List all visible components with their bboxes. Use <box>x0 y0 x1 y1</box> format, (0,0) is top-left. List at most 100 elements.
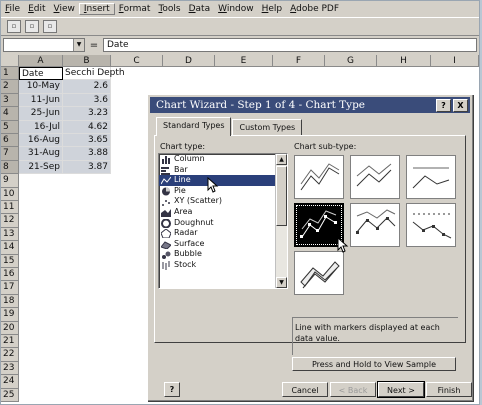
row-header[interactable]: 21 <box>1 335 19 349</box>
next-button[interactable]: Next > <box>377 381 425 398</box>
subtype-line[interactable] <box>294 155 344 199</box>
name-box[interactable]: ▼ <box>3 38 85 52</box>
row-header[interactable]: 17 <box>1 281 19 295</box>
column-header-i[interactable]: I <box>431 55 479 67</box>
row-header[interactable]: 25 <box>1 388 19 402</box>
secchi-depth-cell[interactable]: 3.87 <box>63 160 111 175</box>
row-header[interactable]: 19 <box>1 308 19 322</box>
finish-button[interactable]: Finish <box>426 382 472 397</box>
toolbar-icon-3[interactable]: ▫ <box>43 20 57 33</box>
row-header[interactable]: 22 <box>1 348 19 362</box>
formula-input[interactable]: Date <box>103 38 477 52</box>
subtype-stacked-line[interactable] <box>350 155 400 199</box>
row-header[interactable]: 20 <box>1 321 19 335</box>
name-box-dropdown-icon[interactable]: ▼ <box>73 39 84 51</box>
menu-window[interactable]: Window <box>214 4 258 14</box>
menu-help[interactable]: Help <box>258 4 287 14</box>
row-header[interactable]: 10 <box>1 187 19 201</box>
menu-tools[interactable]: Tools <box>154 4 184 14</box>
secchi-depth-cell[interactable]: 4.62 <box>63 120 111 134</box>
close-button[interactable]: X <box>453 99 468 112</box>
menu-adobe-pdf[interactable]: Adobe PDF <box>286 4 343 14</box>
press-and-hold-button[interactable]: Press and Hold to View Sample <box>292 357 456 371</box>
chart-type-item-bar[interactable]: Bar <box>159 165 287 176</box>
column-header-f[interactable]: F <box>273 55 325 67</box>
menu-data[interactable]: Data <box>185 4 215 14</box>
column-header-b[interactable]: B <box>63 55 111 67</box>
row-header[interactable]: 18 <box>1 294 19 309</box>
secchi-depth-cell[interactable]: 3.6 <box>63 93 111 108</box>
date-cell[interactable]: 16-Aug <box>19 134 63 148</box>
row-header[interactable]: 13 <box>1 227 19 242</box>
date-cell[interactable]: 16-Jul <box>19 120 63 134</box>
tab-custom-types[interactable]: Custom Types <box>232 119 303 136</box>
secchi-depth-cell[interactable]: 3.88 <box>63 147 111 161</box>
scroll-thumb[interactable] <box>276 166 287 226</box>
row-header[interactable]: 8 <box>1 160 19 175</box>
scroll-down-icon[interactable]: ▼ <box>276 277 287 288</box>
menu-file[interactable]: File <box>1 4 24 14</box>
date-cell[interactable]: 11-Jun <box>19 93 63 108</box>
toolbar-icon-1[interactable]: ▫ <box>7 20 21 33</box>
row-header[interactable]: 12 <box>1 214 19 228</box>
chart-type-item-stock[interactable]: Stock <box>159 260 287 271</box>
secchi-depth-cell[interactable]: 2.6 <box>63 80 111 94</box>
chart-type-item-area[interactable]: Area <box>159 207 287 218</box>
help-button[interactable]: ? <box>164 382 180 397</box>
row-header[interactable]: 4 <box>1 107 19 121</box>
cell-b1[interactable]: Secchi Depth <box>63 67 125 81</box>
date-cell[interactable]: 25-Jun <box>19 107 63 121</box>
toolbar-icon-2[interactable]: ▫ <box>25 20 39 33</box>
subtype-line-markers-icon <box>300 210 337 238</box>
scroll-up-icon[interactable]: ▲ <box>276 154 287 165</box>
row-header[interactable]: 23 <box>1 361 19 376</box>
menu-insert[interactable]: Insert <box>78 2 115 15</box>
column-header-e[interactable]: E <box>215 55 273 67</box>
row-header[interactable]: 16 <box>1 268 19 282</box>
row-header[interactable]: 14 <box>1 241 19 255</box>
row-header[interactable]: 2 <box>1 80 19 94</box>
menu-edit[interactable]: Edit <box>24 4 49 14</box>
subtype-3d-line[interactable] <box>294 251 344 295</box>
secchi-depth-cell[interactable]: 3.65 <box>63 134 111 148</box>
chart-type-scrollbar[interactable]: ▲ ▼ <box>275 154 287 288</box>
row-header[interactable]: 24 <box>1 375 19 389</box>
chart-type-item-line[interactable]: Line <box>159 175 287 186</box>
column-header-g[interactable]: G <box>325 55 377 67</box>
chart-type-item-xy-scatter[interactable]: XY (Scatter) <box>159 196 287 207</box>
row-header[interactable]: 7 <box>1 147 19 161</box>
row-header[interactable]: 11 <box>1 201 19 215</box>
chart-type-item-surface[interactable]: Surface <box>159 239 287 250</box>
chart-type-item-radar[interactable]: Radar <box>159 228 287 239</box>
menu-format[interactable]: Format <box>115 4 155 14</box>
column-header-c[interactable]: C <box>111 55 163 67</box>
tab-standard-types[interactable]: Standard Types <box>156 117 232 136</box>
cell-a1[interactable]: Date <box>19 67 63 81</box>
subtype-100-stacked-markers[interactable] <box>406 203 456 247</box>
column-header-h[interactable]: H <box>377 55 431 67</box>
row-header[interactable]: 9 <box>1 174 19 188</box>
chart-type-item-doughnut[interactable]: Doughnut <box>159 218 287 229</box>
date-cell[interactable]: 31-Aug <box>19 147 63 161</box>
back-button[interactable]: < Back <box>330 382 376 397</box>
row-header[interactable]: 15 <box>1 254 19 268</box>
row-header[interactable]: 5 <box>1 120 19 134</box>
chart-type-item-column[interactable]: Column <box>159 154 287 165</box>
column-header-d[interactable]: D <box>163 55 215 67</box>
row-header[interactable]: 3 <box>1 93 19 108</box>
row-header[interactable]: 6 <box>1 134 19 148</box>
column-header-a[interactable]: A <box>19 55 63 67</box>
date-cell[interactable]: 21-Sep <box>19 160 63 175</box>
chart-type-item-bubble[interactable]: Bubble <box>159 249 287 260</box>
subtype-100-stacked-line[interactable] <box>406 155 456 199</box>
cancel-button[interactable]: Cancel <box>282 382 328 397</box>
title-help-button[interactable]: ? <box>436 99 451 112</box>
chart-type-item-pie[interactable]: Pie <box>159 186 287 197</box>
menu-view[interactable]: View <box>50 4 79 14</box>
secchi-depth-cell[interactable]: 3.23 <box>63 107 111 121</box>
chart-type-list[interactable]: Column Bar Line Pie XY (Scatter) Area Doughnut… <box>158 153 288 289</box>
row-header[interactable]: 1 <box>1 67 19 81</box>
subtype-stacked-line-markers[interactable] <box>350 203 400 247</box>
select-all-corner[interactable] <box>1 55 19 67</box>
date-cell[interactable]: 10-May <box>19 80 63 94</box>
